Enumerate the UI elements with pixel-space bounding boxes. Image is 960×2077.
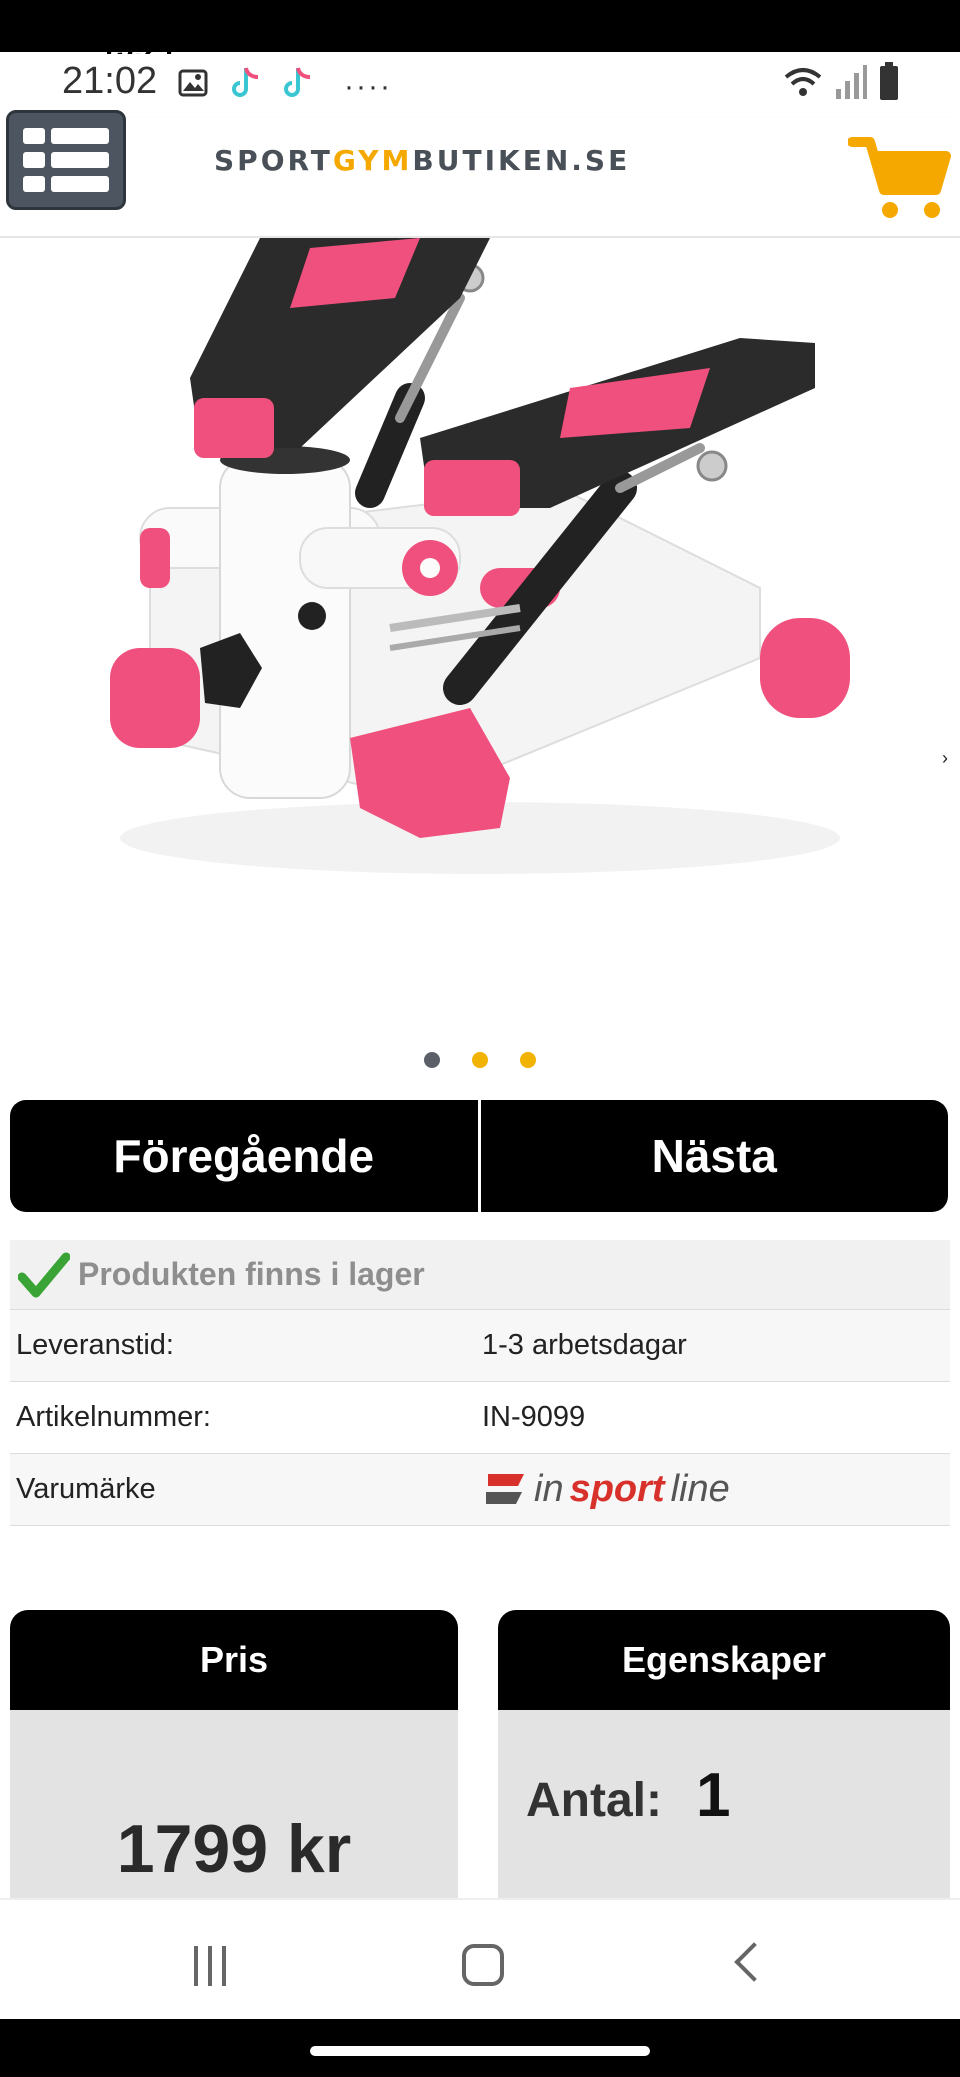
mini-stepper-product-image bbox=[110, 238, 850, 874]
carousel-dot[interactable] bbox=[472, 1052, 488, 1068]
brand-value[interactable]: in sport line bbox=[482, 1468, 950, 1511]
image-icon bbox=[178, 66, 208, 100]
product-price: 1799 kr bbox=[116, 1811, 352, 1887]
signal-icon bbox=[836, 65, 867, 99]
menu-icon-row bbox=[23, 152, 109, 168]
home-indicator[interactable] bbox=[310, 2046, 650, 2056]
stock-status-row: Produkten finns i lager bbox=[10, 1240, 950, 1310]
brand-label: Varumärke bbox=[16, 1473, 156, 1505]
tiktok-icon bbox=[280, 66, 314, 100]
android-navigation-bar bbox=[0, 1898, 960, 2019]
brand-part-in: in bbox=[534, 1468, 564, 1510]
product-info-table: Produkten finns i lager Leveranstid: 1-3… bbox=[10, 1240, 950, 1526]
table-row: Artikelnummer: IN-9099 bbox=[10, 1382, 950, 1454]
article-number-value: IN-9099 bbox=[482, 1401, 586, 1433]
recent-apps-icon[interactable] bbox=[194, 1946, 226, 1986]
carousel-dots bbox=[0, 1052, 960, 1068]
table-row: Varumärke in sport line bbox=[10, 1454, 950, 1526]
quantity-value[interactable]: 1 bbox=[696, 1760, 730, 1831]
tiktok-icon bbox=[228, 66, 262, 100]
info-rows: Leveranstid: 1-3 arbetsdagar Artikelnumm… bbox=[10, 1310, 950, 1526]
status-time: 21:02 bbox=[62, 60, 158, 102]
status-bar: 21:02 ···· bbox=[0, 52, 960, 118]
quantity-row: Antal: 1 bbox=[526, 1760, 730, 1831]
product-navigation: Föregående Nästa bbox=[10, 1100, 948, 1212]
back-icon[interactable] bbox=[734, 1942, 774, 1982]
brand-part-sport: sport bbox=[569, 1468, 665, 1510]
insportline-logo[interactable]: in sport line bbox=[482, 1468, 950, 1511]
properties-panel-title: Egenskaper bbox=[498, 1610, 950, 1710]
menu-icon-row bbox=[23, 176, 109, 192]
carousel-dot[interactable] bbox=[424, 1052, 440, 1068]
shopping-cart-icon[interactable] bbox=[847, 132, 952, 224]
price-panel-title: Pris bbox=[10, 1610, 458, 1710]
next-button[interactable]: Nästa bbox=[477, 1100, 949, 1212]
checkmark-icon bbox=[18, 1252, 70, 1297]
carousel-next-indicator[interactable]: › bbox=[942, 748, 948, 769]
brand-part-line: line bbox=[670, 1468, 730, 1510]
quantity-label: Antal: bbox=[526, 1774, 662, 1827]
previous-button[interactable]: Föregående bbox=[10, 1100, 478, 1212]
menu-button[interactable] bbox=[6, 110, 126, 210]
site-header bbox=[0, 118, 960, 238]
menu-icon bbox=[23, 128, 109, 144]
table-row: Leveranstid: 1-3 arbetsdagar bbox=[10, 1310, 950, 1382]
logo-gym: GYM bbox=[332, 144, 413, 177]
battery-icon bbox=[880, 62, 898, 100]
status-right-icons bbox=[782, 62, 900, 102]
stock-status-text: Produkten finns i lager bbox=[78, 1256, 425, 1292]
site-logo[interactable]: SPORTGYMBUTIKEN.SE bbox=[214, 144, 630, 177]
overlay-clock: 15:21 bbox=[100, 40, 177, 54]
delivery-time-label: Leveranstid: bbox=[16, 1329, 174, 1361]
delivery-time-value: 1-3 arbetsdagar bbox=[482, 1329, 687, 1361]
logo-butiken: BUTIKEN.SE bbox=[412, 144, 631, 177]
more-icon: ···· bbox=[344, 70, 392, 103]
brand-logo-icon bbox=[486, 1473, 524, 1504]
wifi-icon bbox=[784, 68, 822, 96]
article-number-label: Artikelnummer: bbox=[16, 1401, 211, 1433]
logo-sport: SPORT bbox=[214, 144, 333, 177]
product-image-carousel[interactable]: › bbox=[0, 238, 960, 1078]
carousel-dot[interactable] bbox=[520, 1052, 536, 1068]
home-icon[interactable] bbox=[462, 1944, 504, 1986]
phone-screen: 21:02 ···· SPORTGYMBUTIKEN.SE › Föregåen… bbox=[0, 52, 960, 2019]
